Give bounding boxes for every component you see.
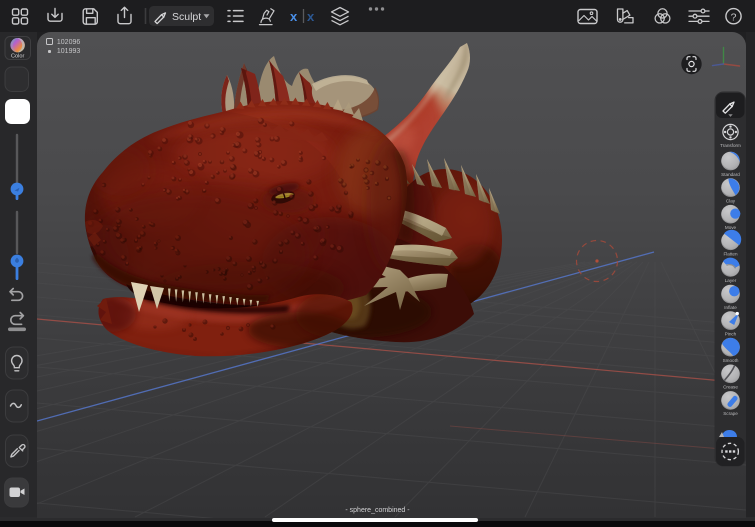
svg-text:Smooth: Smooth [723,358,739,363]
svg-text:Scrape: Scrape [723,411,738,416]
svg-text:Flatten: Flatten [723,252,737,257]
svg-text:Move: Move [725,225,737,230]
svg-text:Clay: Clay [726,198,736,203]
svg-text:x: x [290,9,298,24]
svg-text:Inflate: Inflate [724,305,737,310]
svg-text:x: x [307,9,315,24]
svg-text:Standard: Standard [721,172,740,177]
svg-text:Layer: Layer [725,278,737,283]
svg-text:?: ? [731,11,737,23]
svg-text:Crease: Crease [723,385,738,390]
svg-text:Pinch: Pinch [725,331,737,336]
svg-text:Transform: Transform [720,143,741,148]
svg-text:Sculpt: Sculpt [172,11,201,23]
svg-text:Color: Color [11,54,25,60]
